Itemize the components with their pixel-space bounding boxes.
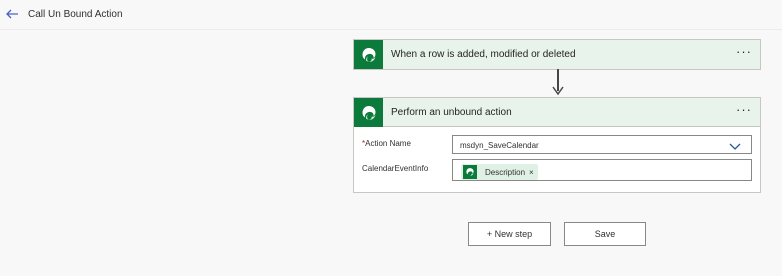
- trigger-title: When a row is added, modified or deleted: [391, 49, 576, 60]
- action-name-value: msdyn_SaveCalendar: [460, 141, 539, 150]
- action-title: Perform an unbound action: [391, 107, 512, 118]
- save-button[interactable]: Save: [564, 222, 646, 246]
- dataverse-icon: [463, 165, 477, 179]
- action-card-header[interactable]: Perform an unbound action ···: [354, 98, 760, 127]
- page-title: Call Un Bound Action: [28, 9, 123, 20]
- trigger-menu-button[interactable]: ···: [736, 45, 752, 59]
- trigger-card-header[interactable]: When a row is added, modified or deleted…: [354, 40, 760, 69]
- connector-arrow-icon: [552, 86, 564, 96]
- token-remove-icon[interactable]: ×: [529, 168, 534, 177]
- top-bar: Call Un Bound Action: [0, 0, 782, 30]
- chevron-down-icon[interactable]: [729, 139, 741, 157]
- calendar-event-info-label: CalendarEventInfo: [362, 164, 429, 173]
- action-name-label-text: Action Name: [365, 139, 411, 148]
- action-menu-button[interactable]: ···: [736, 103, 752, 117]
- dataverse-icon: [354, 98, 383, 127]
- arrow-left-icon[interactable]: [4, 6, 20, 22]
- action-name-label: *Action Name: [362, 139, 411, 148]
- calendar-event-info-input[interactable]: Description ×: [452, 159, 752, 181]
- new-step-button[interactable]: + New step: [468, 222, 551, 246]
- dynamic-content-token[interactable]: Description ×: [461, 164, 538, 180]
- token-label: Description: [485, 167, 526, 177]
- dataverse-icon: [354, 40, 383, 69]
- trigger-card[interactable]: When a row is added, modified or deleted…: [353, 39, 761, 70]
- action-name-select[interactable]: msdyn_SaveCalendar: [452, 135, 752, 154]
- action-card: Perform an unbound action ··· *Action Na…: [353, 97, 761, 193]
